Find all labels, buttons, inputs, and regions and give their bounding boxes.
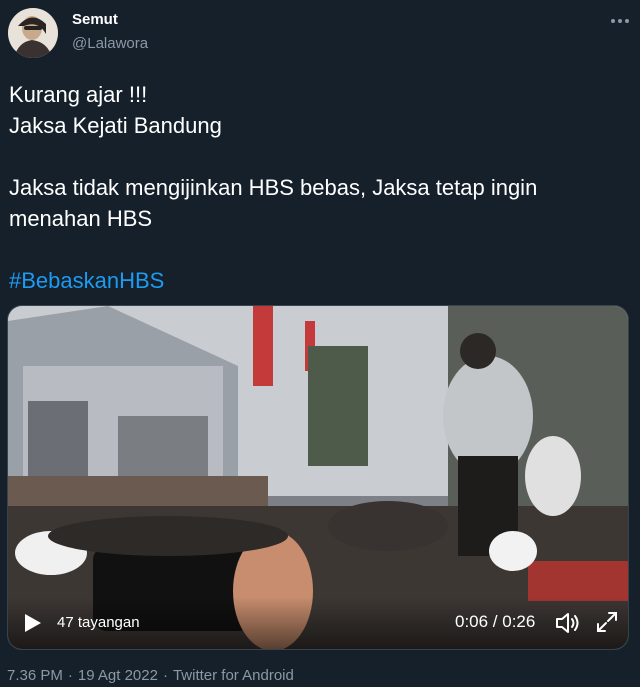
tweet-line: Jaksa Kejati Bandung [9, 113, 222, 138]
tweet-date[interactable]: 19 Agt 2022 [78, 667, 158, 684]
fullscreen-icon[interactable] [595, 610, 619, 634]
separator: · [67, 667, 73, 684]
author-handle[interactable]: @Lalawora [72, 35, 148, 52]
hashtag-link[interactable]: #BebaskanHBS [9, 265, 624, 296]
volume-icon[interactable] [554, 610, 580, 636]
avatar[interactable] [8, 8, 58, 58]
video-time: 0:06 / 0:26 [455, 612, 536, 631]
author-name[interactable]: Semut [72, 11, 118, 28]
tweet-line: Jaksa tidak mengijinkan HBS bebas, Jaksa… [9, 175, 538, 200]
avatar-image [8, 8, 58, 58]
video-controls: 47 tayangan 0:06 / 0:26 [8, 597, 628, 649]
play-icon[interactable] [24, 613, 42, 633]
tweet-text: Kurang ajar !!! Jaksa Kejati Bandung Jak… [9, 79, 624, 296]
separator: · [162, 667, 168, 684]
more-options-icon [611, 19, 629, 23]
tweet-source[interactable]: Twitter for Android [173, 667, 294, 684]
more-options-button[interactable] [603, 6, 637, 36]
tweet-meta: 7.36 PM · 19 Agt 2022 · Twitter for Android [7, 667, 294, 684]
tweet-line [9, 141, 624, 172]
tweet-line: menahan HBS [9, 206, 153, 231]
view-count: 47 tayangan [57, 614, 140, 631]
video-player[interactable]: 47 tayangan 0:06 / 0:26 [7, 305, 629, 650]
tweet-time[interactable]: 7.36 PM [7, 667, 63, 684]
tweet-line [9, 234, 624, 265]
tweet-line: Kurang ajar !!! [9, 82, 148, 107]
